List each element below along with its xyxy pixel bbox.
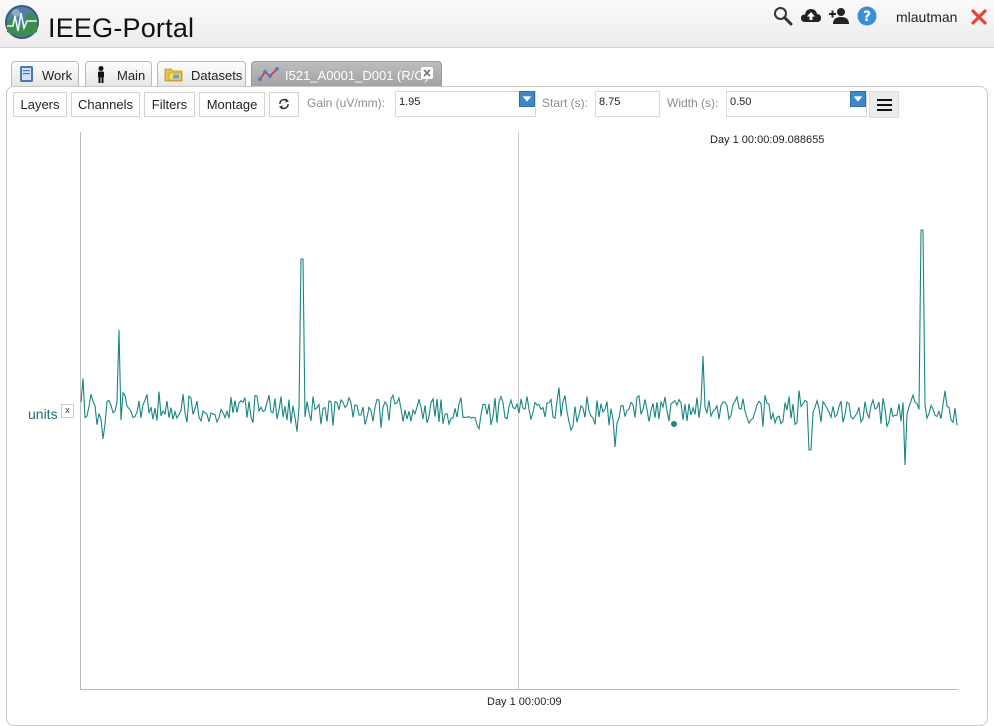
- eeg-trace-area[interactable]: [0, 0, 994, 709]
- channel-label: units: [28, 406, 58, 422]
- axis-timestamp: Day 1 00:00:09: [487, 696, 562, 708]
- annotation-marker[interactable]: [671, 421, 677, 427]
- channel-remove-button[interactable]: x: [61, 404, 74, 418]
